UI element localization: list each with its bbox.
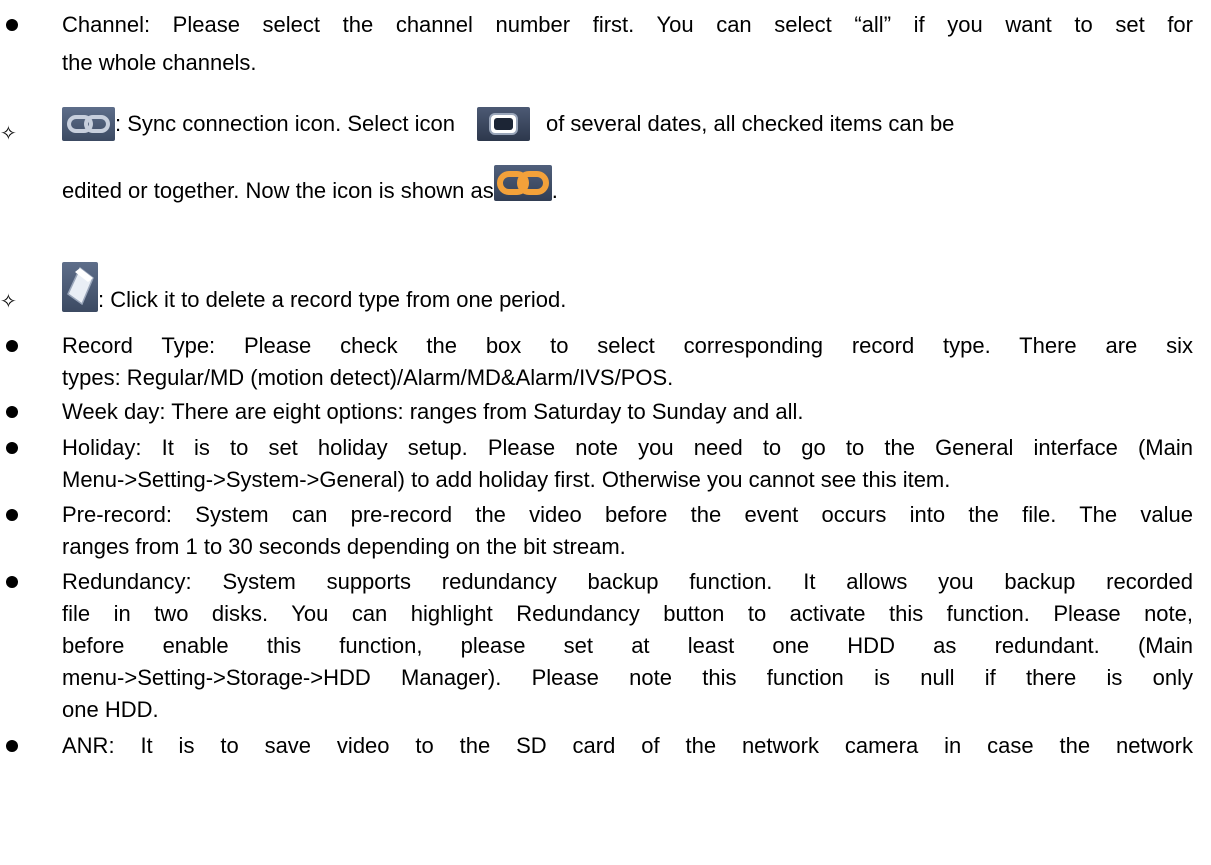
prerecord-line-2: ranges from 1 to 30 seconds depending on… xyxy=(62,534,626,559)
redundancy-line-3: before enable this function, please set … xyxy=(62,633,1193,658)
record-type-line-2: types: Regular/MD (motion detect)/Alarm/… xyxy=(62,365,674,390)
sync-connection-active-icon xyxy=(493,165,552,201)
sync-connection-icon xyxy=(62,107,115,141)
channel-line-2: the whole channels. xyxy=(62,50,257,75)
sync-line-2: edited or together. Now the icon is show… xyxy=(62,165,558,207)
bullet-icon xyxy=(6,340,18,352)
delete-line: : Click it to delete a record type from … xyxy=(62,252,566,312)
redundancy-line-5: one HDD. xyxy=(62,697,159,722)
sync-text-3: edited or together. Now the icon is show… xyxy=(62,178,494,203)
channel-line-1: Channel: Please select the channel numbe… xyxy=(62,12,1193,37)
sync-text-1: : Sync connection icon. Select icon xyxy=(115,111,455,136)
manual-page: Channel: Please select the channel numbe… xyxy=(0,0,1211,865)
anr-line-1: ANR: It is to save video to the SD card … xyxy=(62,733,1193,758)
sync-text-4: . xyxy=(551,178,558,203)
redundancy-line-4: menu->Setting->Storage->HDD Manager). Pl… xyxy=(62,665,1193,690)
sync-line-1: : Sync connection icon. Select icon of s… xyxy=(62,104,954,144)
bullet-icon xyxy=(6,19,18,31)
bullet-icon xyxy=(6,442,18,454)
sync-text-2: of several dates, all checked items can … xyxy=(545,111,955,136)
bullet-icon xyxy=(6,576,18,588)
holiday-line-2: Menu->Setting->System->General) to add h… xyxy=(62,467,951,492)
bullet-icon xyxy=(6,406,18,418)
prerecord-line-1: Pre-record: System can pre-record the vi… xyxy=(62,502,1193,527)
diamond-icon: ✧ xyxy=(0,121,17,145)
bullet-icon xyxy=(6,740,18,752)
redundancy-line-2: file in two disks. You can highlight Red… xyxy=(62,601,1193,626)
delete-text: : Click it to delete a record type from … xyxy=(98,287,567,312)
eraser-icon xyxy=(62,262,98,312)
holiday-line-1: Holiday: It is to set holiday setup. Ple… xyxy=(62,435,1193,460)
week-day-line: Week day: There are eight options: range… xyxy=(62,399,804,424)
bullet-icon xyxy=(6,509,18,521)
redundancy-line-1: Redundancy: System supports redundancy b… xyxy=(62,569,1193,594)
diamond-icon: ✧ xyxy=(0,289,17,313)
select-square-icon xyxy=(476,107,530,141)
record-type-line-1: Record Type: Please check the box to sel… xyxy=(62,333,1193,358)
